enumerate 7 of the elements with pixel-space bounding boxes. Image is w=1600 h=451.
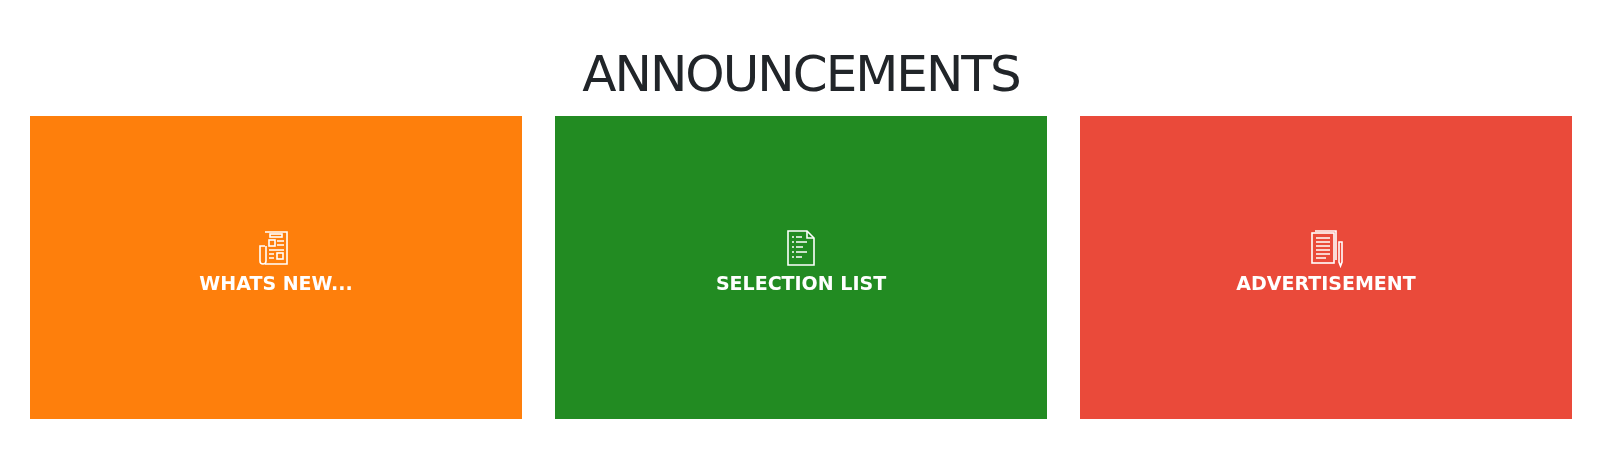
page-heading: ANNOUNCEMENTS [581, 44, 1021, 105]
announcement-tile[interactable]: ADVERTISEMENT [1080, 116, 1572, 419]
announcement-tile[interactable]: SELECTION LIST [555, 116, 1047, 419]
tile-label: WHATS NEW... [199, 271, 353, 294]
tile-label: ADVERTISEMENT [1236, 271, 1416, 294]
announcement-tile[interactable]: WHATS NEW... [30, 116, 522, 419]
tile-label: SELECTION LIST [715, 271, 887, 294]
